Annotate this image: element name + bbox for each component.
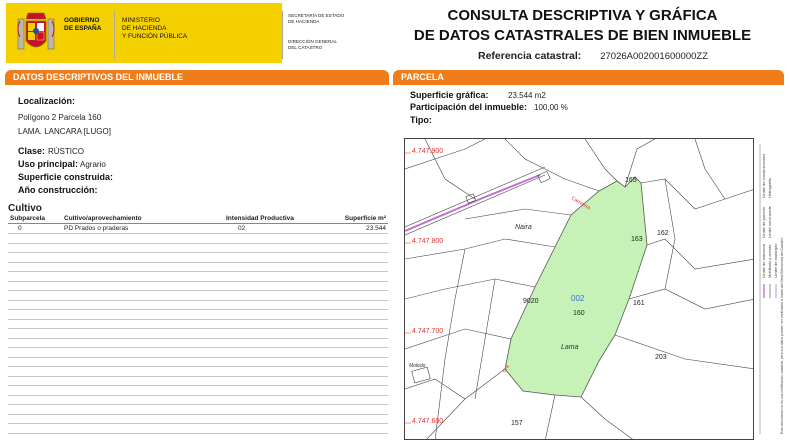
coord-label: 4.747.700 xyxy=(412,328,443,335)
localizacion-line1: Polígono 2 Parcela 160 xyxy=(18,113,102,122)
legend-note: Este documento no es una certificación c… xyxy=(780,237,784,434)
coat-of-arms-icon xyxy=(17,12,55,50)
localizacion-line2: LAMA. LANCARA [LUGO] xyxy=(18,127,111,136)
superficie-construida-label: Superficie construida: xyxy=(18,172,114,182)
empty-row-line xyxy=(8,366,388,367)
highlight-id-label: 002 xyxy=(571,294,585,303)
cultivo-table: Subparcela Cultivo/aprovechamiento Inten… xyxy=(8,214,388,233)
empty-row-line xyxy=(8,328,388,329)
cultivo-title: Cultivo xyxy=(8,203,42,214)
empty-row-line xyxy=(8,252,388,253)
gobierno-text: GOBIERNO DE ESPAÑA xyxy=(64,17,102,32)
secretaria-block: SECRETARÍA DE ESTADO DE HACIENDA DIRECCI… xyxy=(282,3,360,63)
coord-label: 4.747.600 xyxy=(412,418,443,425)
empty-row-line xyxy=(8,299,388,301)
empty-row-line xyxy=(8,385,388,386)
parcel-label: 165 xyxy=(625,177,637,184)
empty-row-line xyxy=(8,271,388,272)
government-logo-block: GOBIERNO DE ESPAÑA MINISTERIO DE HACIEND… xyxy=(6,3,282,63)
localizacion-label: Localización: xyxy=(18,96,76,106)
participacion-value: 100,00 % xyxy=(534,103,568,112)
cell-superficie: 23.544 xyxy=(366,225,386,232)
empty-row-line xyxy=(8,261,388,263)
parcel-label: 162 xyxy=(657,230,669,237)
participacion-label: Participación del inmueble: xyxy=(410,102,528,112)
empty-row-line xyxy=(8,413,388,415)
empty-row-line xyxy=(8,347,388,348)
empty-row-line xyxy=(8,280,388,282)
secretaria-text: SECRETARÍA DE ESTADO DE HACIENDA xyxy=(288,13,345,24)
ref-value: 27026A002001600000ZZ xyxy=(600,51,708,62)
uso-value: Agrario xyxy=(80,160,106,169)
legend-item: Límite de manzana xyxy=(761,243,766,278)
parcel-label: 160 xyxy=(573,310,585,317)
empty-row-line xyxy=(8,356,388,358)
cell-subparcela: 0 xyxy=(18,225,22,232)
legend-item: Límite de construcciones xyxy=(761,154,766,198)
legend-item: Límite de parcela xyxy=(761,207,766,238)
parcel-160-highlight xyxy=(504,176,648,398)
direccion-text: DIRECCIÓN GENERAL DEL CATASTRO xyxy=(288,39,338,50)
coord-label: 4.747.900 xyxy=(412,148,443,155)
cell-cultivo: PD Prados o praderas xyxy=(64,225,129,232)
empty-row-line xyxy=(8,423,388,424)
empty-row-line xyxy=(8,337,388,339)
col-subparcela: Subparcela xyxy=(8,214,54,224)
empty-row-line xyxy=(8,432,388,434)
empty-row-line xyxy=(8,242,388,244)
place-label: Naira xyxy=(515,224,532,231)
parcel-label: 163 xyxy=(631,236,643,243)
empty-row-line xyxy=(8,404,388,405)
place-label: Lama xyxy=(561,344,579,351)
anio-construccion-label: Año construcción: xyxy=(18,185,98,195)
legend-item: Hidrografía xyxy=(767,177,772,198)
legend-drawing: Límite de manzana Límite de parcela Lími… xyxy=(759,144,784,434)
section-header-parcela: PARCELA xyxy=(393,70,784,85)
empty-row-line xyxy=(8,309,388,310)
parcel-label: 157 xyxy=(511,420,523,427)
legend-item: Mobiliario y aceras xyxy=(767,245,772,278)
clase-value: RÚSTICO xyxy=(48,147,84,156)
tipo-label: Tipo: xyxy=(410,115,432,125)
sup-grafica-value: 23.544 m2 xyxy=(508,91,546,100)
sup-grafica-label: Superficie gráfica: xyxy=(410,90,489,100)
col-cultivo: Cultivo/aprovechamiento xyxy=(54,214,224,224)
empty-row-line xyxy=(8,394,388,396)
table-header-row: Subparcela Cultivo/aprovechamiento Inten… xyxy=(8,214,388,224)
empty-row-line xyxy=(8,318,388,320)
uso-label: Uso principal: xyxy=(18,159,79,169)
empty-row-line xyxy=(8,290,388,291)
document-title: CONSULTA DESCRIPTIVA Y GRÁFICA DE DATOS … xyxy=(413,7,752,44)
ref-label: Referencia catastral: xyxy=(478,50,582,62)
map-drawing: 4.747.900 4.747.800 4.747.700 4.747.600 … xyxy=(405,139,753,439)
empty-row-line xyxy=(8,233,388,234)
cadastral-map[interactable]: 4.747.900 4.747.800 4.747.700 4.747.600 … xyxy=(404,138,754,440)
empty-row-line xyxy=(8,375,388,377)
col-superficie: Superficie m² xyxy=(310,214,388,224)
legend-item: Límite de municipio xyxy=(773,243,778,278)
clase-label: Clase: xyxy=(18,146,46,156)
parcel-label: 203 xyxy=(655,354,667,361)
map-legend: Límite de manzana Límite de parcela Lími… xyxy=(756,138,786,440)
cell-intensidad: 02 xyxy=(238,225,246,232)
coord-label: 4.747.800 xyxy=(412,238,443,245)
parcel-label: 161 xyxy=(633,300,645,307)
section-header-datos: DATOS DESCRIPTIVOS DEL INMUEBLE xyxy=(5,70,389,85)
table-row: 0 PD Prados o praderas 02 23.544 xyxy=(8,224,388,234)
document-header: GOBIERNO DE ESPAÑA MINISTERIO DE HACIEND… xyxy=(0,0,790,70)
divider xyxy=(282,11,283,59)
place-label: Moledo xyxy=(409,363,426,369)
divider xyxy=(114,11,115,59)
parcel-label: 9020 xyxy=(523,298,539,305)
ministerio-text: MINISTERIO DE HACIENDA Y FUNCIÓN PÚBLICA xyxy=(122,17,188,40)
legend-item: Límite zona verde xyxy=(767,205,772,238)
col-intensidad: Intensidad Productiva xyxy=(224,214,310,224)
referencia-catastral: Referencia catastral: 27026A002001600000… xyxy=(478,50,708,62)
